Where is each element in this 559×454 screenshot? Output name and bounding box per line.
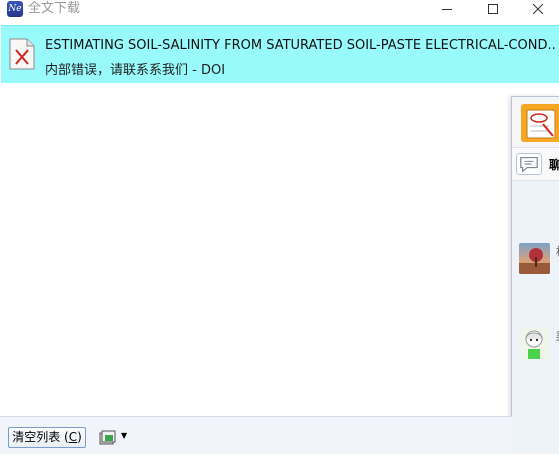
title-bar: Ne 全文下载 <box>0 0 559 24</box>
chat-tab[interactable]: 聊 <box>512 147 559 181</box>
notepad-icon <box>526 109 556 139</box>
item-title: ESTIMATING SOIL-SALINITY FROM SATURATED … <box>45 38 557 53</box>
side-panel-header <box>512 97 559 147</box>
pdf-error-icon <box>9 38 35 70</box>
item-status: 内部错误，请联系系我们 - DOI <box>45 63 226 78</box>
chat-tab-label: 聊 <box>549 158 559 172</box>
maximize-icon <box>488 4 498 14</box>
close-button[interactable] <box>515 0 559 18</box>
download-list-item[interactable]: ESTIMATING SOIL-SALINITY FROM SATURATED … <box>1 25 559 83</box>
chat-bubble-icon <box>516 153 542 175</box>
clear-list-button[interactable]: 清空列表 (C) <box>8 427 86 448</box>
minimize-icon <box>442 9 452 10</box>
tree-avatar[interactable] <box>519 243 550 274</box>
clear-list-label: 清空列表 ( <box>12 430 69 444</box>
window-title: 全文下载 <box>28 1 81 16</box>
app-logo-icon: Ne <box>7 1 23 17</box>
side-panel: 聊 相 梁 <box>511 96 559 454</box>
tree-avatar-image <box>519 248 550 274</box>
clear-list-suffix: ) <box>77 430 82 444</box>
folder-settings-icon[interactable] <box>99 430 117 446</box>
close-icon <box>533 4 543 14</box>
notepad-app-icon[interactable] <box>521 104 559 142</box>
clear-list-hotkey: C <box>68 430 78 444</box>
minimize-button[interactable] <box>424 0 470 18</box>
bottom-toolbar: 清空列表 (C) ▼ <box>0 416 512 454</box>
anime-avatar-image <box>525 330 543 359</box>
dropdown-caret-icon[interactable]: ▼ <box>121 431 127 440</box>
maximize-button[interactable] <box>470 0 516 18</box>
anime-avatar[interactable] <box>519 328 550 359</box>
